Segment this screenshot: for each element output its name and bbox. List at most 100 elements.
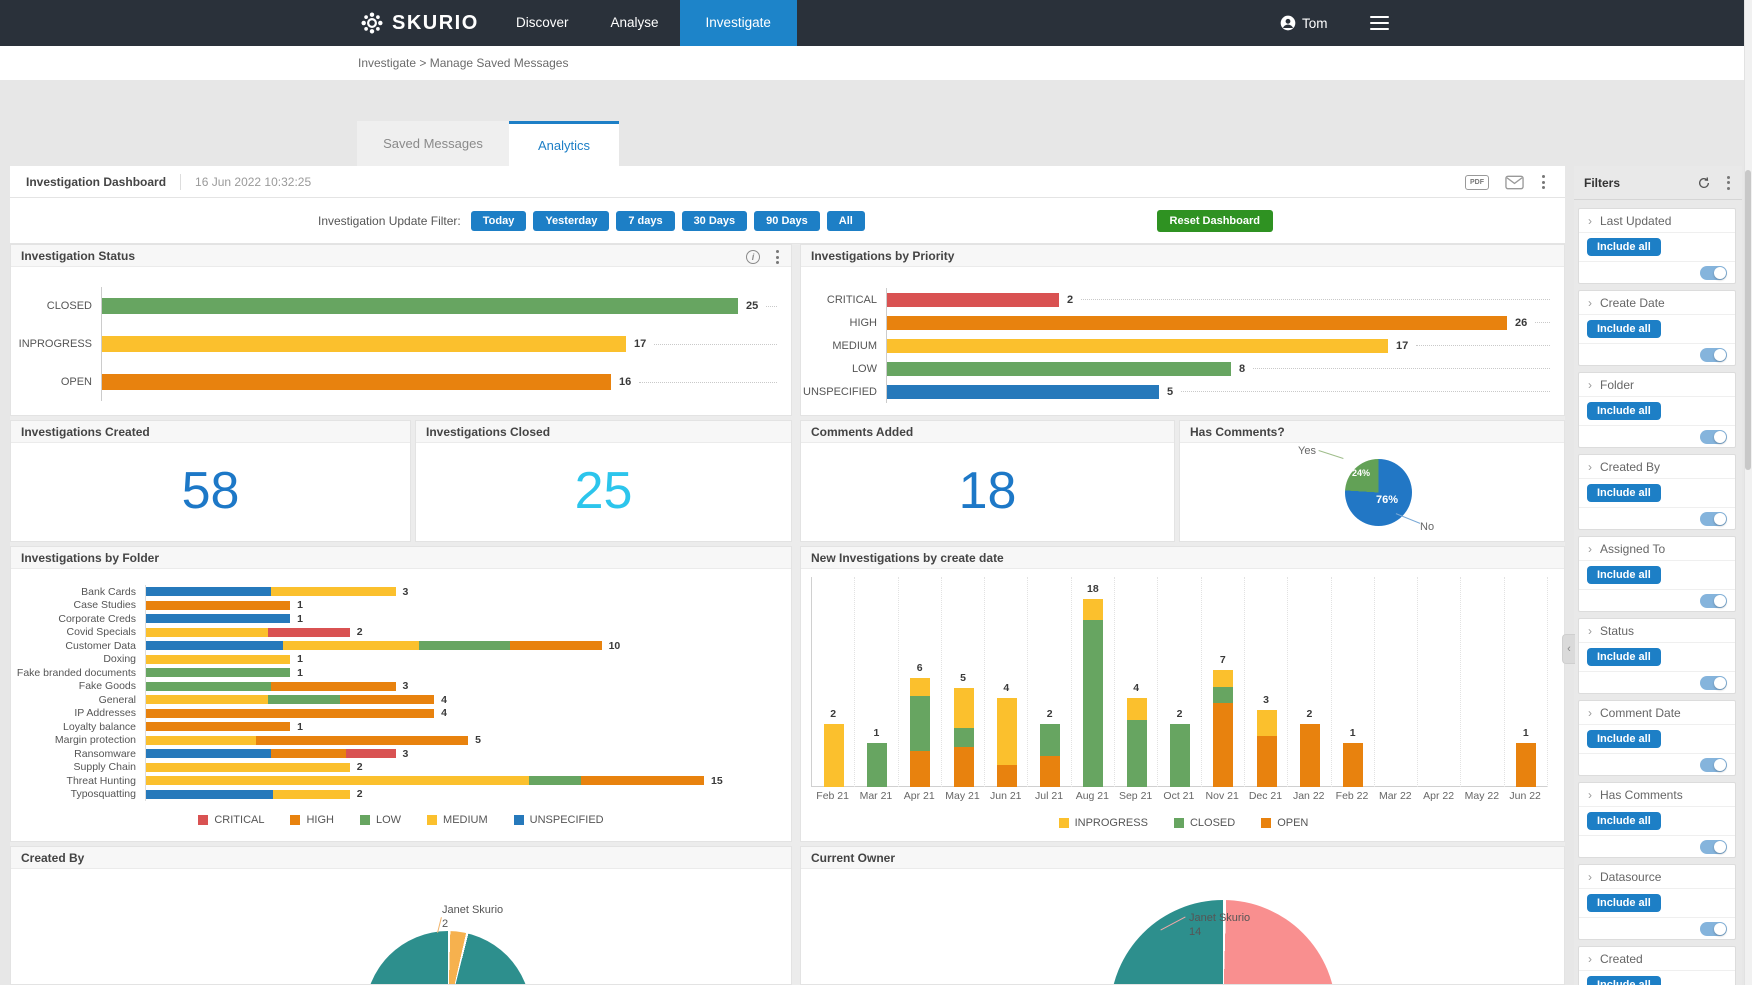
include-all-button[interactable]: Include all: [1587, 402, 1661, 420]
skurio-logo[interactable]: SKURIO: [360, 0, 479, 46]
column: [1257, 710, 1277, 787]
pdf-export-icon[interactable]: PDF: [1465, 175, 1489, 190]
filter-toggle-switch[interactable]: [1700, 430, 1727, 444]
value-label: 4: [441, 707, 447, 719]
filter-toggle-switch[interactable]: [1700, 840, 1727, 854]
bar-zone: 2: [886, 288, 1564, 311]
value-label: 1: [297, 599, 303, 611]
chevron-right-icon: ›: [1588, 460, 1592, 474]
callout-value: 14: [1189, 925, 1250, 939]
bar-row: Ransomware3: [11, 747, 791, 761]
info-icon[interactable]: i: [746, 250, 760, 264]
created-by-pie: [365, 931, 531, 985]
value-label: 2: [1028, 708, 1070, 720]
value-label: 8: [1239, 363, 1245, 375]
date-column-chart: 216542184273211: [811, 577, 1547, 787]
chart-slot: 1: [855, 577, 898, 787]
hamburger-menu-icon[interactable]: [1370, 16, 1389, 31]
nav-item-analyse[interactable]: Analyse: [590, 0, 680, 46]
include-all-button[interactable]: Include all: [1587, 238, 1661, 256]
refresh-icon[interactable]: [1697, 176, 1711, 190]
bar-zone: 1: [145, 653, 791, 667]
category-label: Typosquatting: [11, 788, 145, 800]
filter-section-toggle-status[interactable]: ›Status: [1579, 619, 1735, 643]
sidebar-collapse-handle[interactable]: ‹: [1562, 634, 1575, 664]
filter-toggle-switch[interactable]: [1700, 512, 1727, 526]
filter-section-toggle-row: [1579, 507, 1735, 529]
tab-saved-messages[interactable]: Saved Messages: [357, 121, 509, 166]
category-label: OPEN: [11, 376, 101, 388]
filter-button-all[interactable]: All: [827, 211, 865, 231]
legend-item-medium: MEDIUM: [427, 814, 488, 826]
include-all-button[interactable]: Include all: [1587, 320, 1661, 338]
filter-section-toggle-row: [1579, 671, 1735, 693]
panel-title: Created By: [11, 847, 791, 869]
filter-button-30-days[interactable]: 30 Days: [682, 211, 748, 231]
reset-dashboard-button[interactable]: Reset Dashboard: [1157, 210, 1273, 232]
value-label: 5: [942, 672, 984, 684]
include-all-button[interactable]: Include all: [1587, 976, 1661, 985]
pie-percent-label: 76%: [1376, 494, 1398, 506]
bar-row: MEDIUM17: [801, 334, 1564, 357]
include-all-button[interactable]: Include all: [1587, 894, 1661, 912]
filter-section-toggle-created[interactable]: ›Created: [1579, 947, 1735, 971]
bar-row: Case Studies1: [11, 599, 791, 613]
top-nav: SKURIO DiscoverAnalyseInvestigate Tom: [0, 0, 1752, 46]
filter-section-toggle-last-updated[interactable]: ›Last Updated: [1579, 209, 1735, 233]
column: [1127, 698, 1147, 787]
stacked-bar: [146, 722, 290, 731]
scrollbar-thumb[interactable]: [1745, 170, 1751, 470]
scrollbar: [1744, 0, 1752, 985]
filter-section-label: Assigned To: [1600, 542, 1665, 556]
email-icon[interactable]: [1505, 175, 1524, 190]
include-all-button[interactable]: Include all: [1587, 730, 1661, 748]
filter-button-today[interactable]: Today: [471, 211, 527, 231]
kebab-menu-icon[interactable]: [1540, 173, 1547, 191]
filter-toggle-switch[interactable]: [1700, 594, 1727, 608]
legend-item-low: LOW: [360, 814, 401, 826]
filter-button-90-days[interactable]: 90 Days: [754, 211, 820, 231]
value-label: 1: [855, 727, 897, 739]
filter-section-toggle-created-by[interactable]: ›Created By: [1579, 455, 1735, 479]
breadcrumb[interactable]: Investigate > Manage Saved Messages: [358, 46, 568, 80]
leader-line: [639, 382, 777, 383]
bar-segment-medium: [146, 736, 256, 745]
include-all-button[interactable]: Include all: [1587, 812, 1661, 830]
bar-segment-high: [146, 722, 290, 731]
user-menu[interactable]: Tom: [1280, 15, 1328, 31]
filter-toggle-switch[interactable]: [1700, 266, 1727, 280]
filter-section-toggle-datasource[interactable]: ›Datasource: [1579, 865, 1735, 889]
filter-section-create-date: ›Create Date Include all: [1578, 290, 1736, 366]
filter-section-actions: Include all: [1579, 561, 1735, 589]
include-all-button[interactable]: Include all: [1587, 566, 1661, 584]
category-label: General: [11, 694, 145, 706]
column-segment-inprogress: [910, 678, 930, 696]
filter-toggle-switch[interactable]: [1700, 758, 1727, 772]
filter-button-7-days[interactable]: 7 days: [616, 211, 674, 231]
filter-section-toggle-assigned-to[interactable]: ›Assigned To: [1579, 537, 1735, 561]
nav-item-discover[interactable]: Discover: [495, 0, 590, 46]
nav-item-investigate[interactable]: Investigate: [680, 0, 797, 46]
filter-section-toggle-create-date[interactable]: ›Create Date: [1579, 291, 1735, 315]
x-axis-label: Nov 21: [1201, 790, 1244, 802]
bar: [102, 336, 626, 352]
x-axis-label: Mar 21: [854, 790, 897, 802]
include-all-button[interactable]: Include all: [1587, 484, 1661, 502]
filter-section-toggle-has-comments[interactable]: ›Has Comments: [1579, 783, 1735, 807]
filter-button-yesterday[interactable]: Yesterday: [533, 211, 609, 231]
dashboard-header: Investigation Dashboard 16 Jun 2022 10:3…: [10, 166, 1565, 198]
kebab-menu-icon[interactable]: [774, 248, 781, 266]
filter-toggle-switch[interactable]: [1700, 676, 1727, 690]
column-segment-inprogress: [1257, 710, 1277, 736]
filter-toggle-switch[interactable]: [1700, 922, 1727, 936]
value-label: 5: [1167, 386, 1173, 398]
tab-analytics[interactable]: Analytics: [509, 121, 619, 166]
pie-callout: Janet Skurio 14: [1189, 911, 1250, 939]
include-all-button[interactable]: Include all: [1587, 648, 1661, 666]
filter-toggle-switch[interactable]: [1700, 348, 1727, 362]
panel-title: Investigations Created: [11, 421, 410, 443]
filter-section-toggle-folder[interactable]: ›Folder: [1579, 373, 1735, 397]
value-label: 3: [403, 680, 409, 692]
filter-section-toggle-comment-date[interactable]: ›Comment Date: [1579, 701, 1735, 725]
kebab-menu-icon[interactable]: [1725, 174, 1732, 192]
